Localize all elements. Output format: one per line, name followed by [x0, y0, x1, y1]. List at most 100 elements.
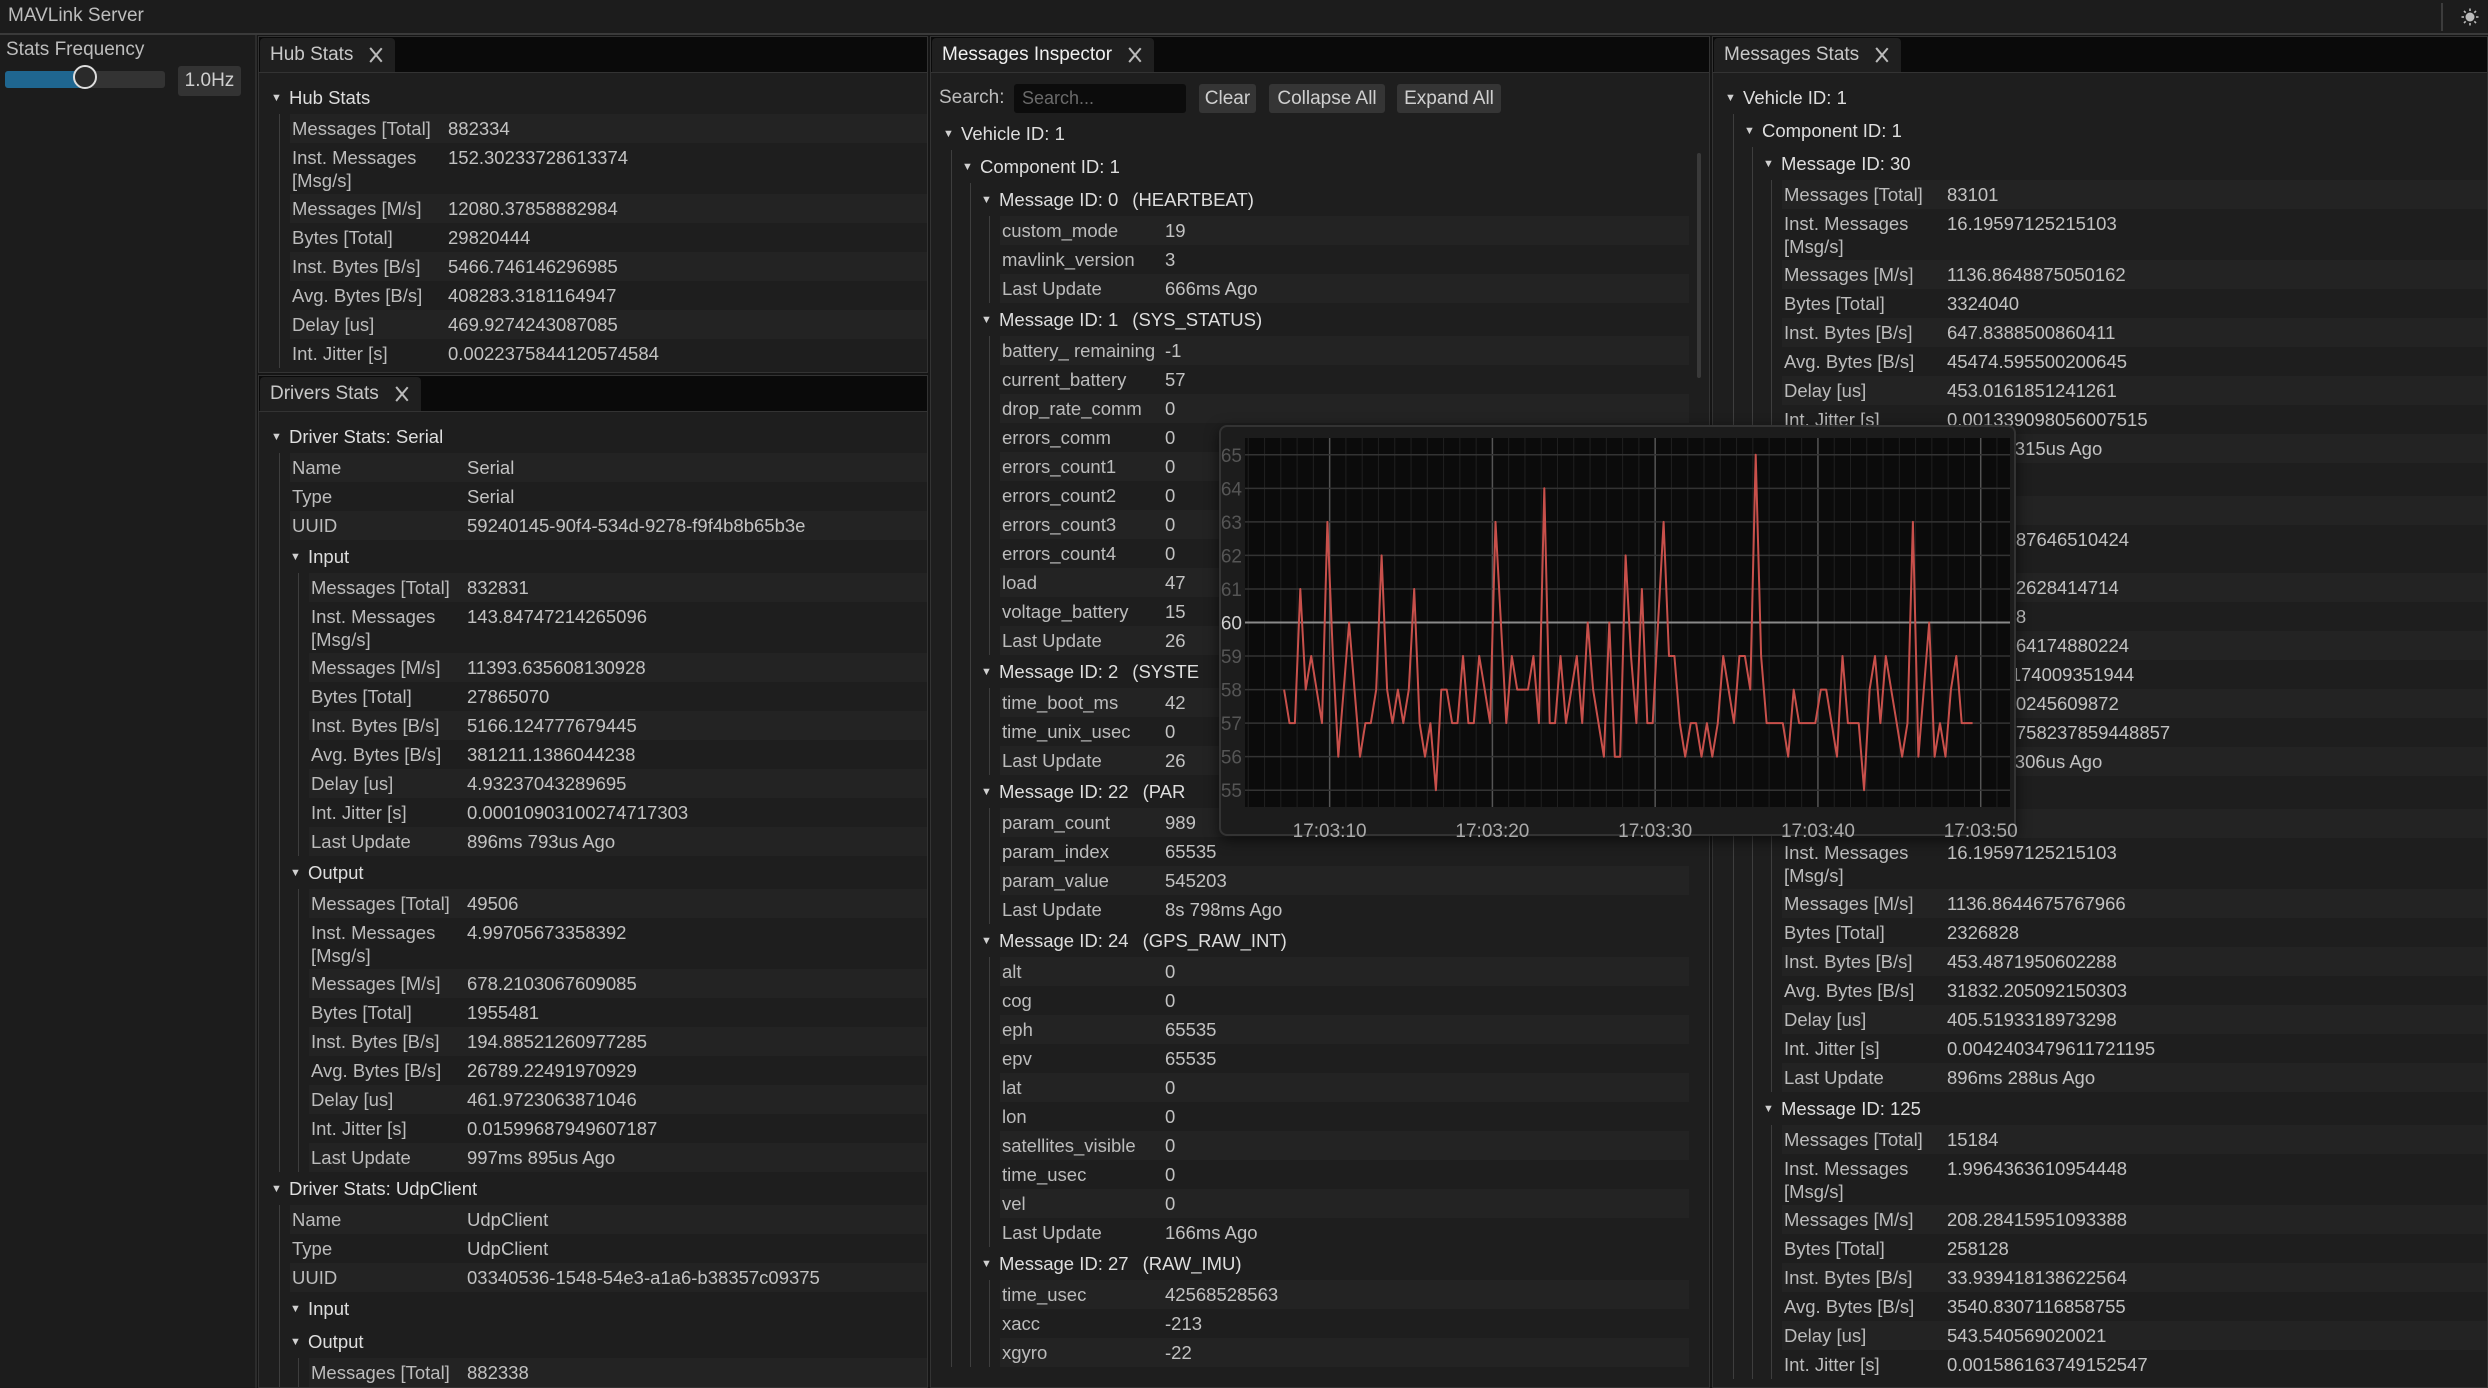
expanded-triangle-icon[interactable]: ▼ — [271, 1183, 289, 1195]
tree-node-header[interactable]: ▼ Component ID: 1 — [962, 150, 1689, 183]
sun-icon[interactable] — [2461, 8, 2479, 26]
expanded-triangle-icon[interactable]: ▼ — [981, 666, 999, 678]
search-input[interactable] — [1014, 84, 1186, 113]
stat-row: Delay [us] 405.5193318973298 — [1782, 1005, 2487, 1034]
expanded-triangle-icon[interactable]: ▼ — [1763, 158, 1781, 170]
tree-node-header[interactable]: ▼ Input — [290, 1292, 927, 1325]
expanded-triangle-icon[interactable]: ▼ — [981, 194, 999, 206]
stat-row: eph 65535 — [1000, 1015, 1689, 1044]
line-chart[interactable]: 55 56 57 58 59 60 61 62 63 64 65 17:03:10 17:03:20 17… — [1221, 427, 2018, 838]
tab-messages-inspector[interactable]: Messages Inspector — [932, 38, 1155, 72]
tree-node-header[interactable]: ▼ Message ID: 1 (SYS_STATUS) — [981, 303, 1689, 336]
tree-node-header[interactable]: ▼ Message ID: 0 (HEARTBEAT) — [981, 183, 1689, 216]
stat-label: Avg. Bytes [B/s] — [1784, 351, 1915, 372]
clear-button[interactable]: Clear — [1199, 84, 1256, 113]
stat-label: Delay [us] — [1784, 380, 1867, 401]
stat-label: time_boot_ms — [1002, 692, 1119, 713]
stat-value: 45474.595500200645 — [1947, 351, 2128, 372]
tree-node-header[interactable]: ▼ Vehicle ID: 1 — [1725, 81, 2487, 114]
tab-drivers-stats[interactable]: Drivers Stats — [260, 377, 421, 411]
expanded-triangle-icon[interactable]: ▼ — [1744, 125, 1762, 137]
expanded-triangle-icon[interactable]: ▼ — [290, 867, 308, 879]
close-icon[interactable] — [1875, 48, 1889, 62]
expanded-triangle-icon[interactable]: ▼ — [981, 935, 999, 947]
stat-label: time_unix_usec — [1002, 721, 1131, 742]
expanded-triangle-icon[interactable]: ▼ — [1725, 92, 1743, 104]
stat-label: Inst. Bytes [B/s] — [311, 1031, 440, 1052]
stat-value: 31832.205092150303 — [1947, 980, 2128, 1001]
stat-label: Type — [292, 1238, 333, 1259]
stat-label: errors_count4 — [1002, 543, 1117, 564]
tab-label: Messages Inspector — [942, 44, 1113, 65]
stats-frequency-slider[interactable] — [5, 65, 165, 89]
expanded-triangle-icon[interactable]: ▼ — [271, 92, 289, 104]
stat-value: Serial — [467, 457, 515, 478]
stat-row: Inst. Bytes [B/s] 5166.124777679445 — [309, 711, 927, 740]
tab-messages-stats[interactable]: Messages Stats — [1714, 38, 1902, 72]
stat-row: cog 0 — [1000, 986, 1689, 1015]
stat-label: Messages [Total] — [311, 893, 450, 914]
scrollbar[interactable] — [1697, 153, 1701, 378]
stat-row: Int. Jitter [s] 0.004240347961172119​5 — [1782, 1034, 2487, 1063]
tree-node-header[interactable]: ▼ Output — [290, 856, 927, 889]
tree-node-header[interactable]: ▼ Message ID: 27 (RAW_IMU) — [981, 1247, 1689, 1280]
stat-row: Delay [us] 4.93237043289695 — [309, 769, 927, 798]
stat-row: Avg. Bytes [B/s] 45474.595500200645 — [1782, 347, 2487, 376]
stat-row: Int. Jitter [s] 0.01599687949607187 — [309, 1114, 927, 1143]
expanded-triangle-icon[interactable]: ▼ — [1763, 1103, 1781, 1115]
stat-label: Messages [M/s] — [311, 973, 441, 994]
stat-row: Last Update 896ms 288us Ago — [1782, 1063, 2487, 1092]
slider-knob[interactable] — [73, 65, 97, 89]
plot-popup[interactable]: 55 56 57 58 59 60 61 62 63 64 65 17:03:10 17:03:20 17… — [1219, 425, 2018, 838]
expanded-triangle-icon[interactable]: ▼ — [981, 786, 999, 798]
close-icon[interactable] — [369, 48, 383, 62]
stat-label: drop_rate_comm — [1002, 398, 1142, 419]
tree-node-header[interactable]: ▼ Driver Stats: UdpClient — [271, 1172, 927, 1205]
expanded-triangle-icon[interactable]: ▼ — [271, 431, 289, 443]
expanded-triangle-icon[interactable]: ▼ — [981, 314, 999, 326]
tree-node-header[interactable]: ▼ Component ID: 1 — [1744, 114, 2487, 147]
expanded-triangle-icon[interactable]: ▼ — [981, 1258, 999, 1270]
expanded-triangle-icon[interactable]: ▼ — [962, 161, 980, 173]
collapse-all-button[interactable]: Collapse All — [1269, 84, 1385, 113]
stat-row: Messages [M/s] 12080.37858882984 — [290, 194, 927, 223]
tree-node-header[interactable]: ▼ Message ID: 125 — [1763, 1092, 2487, 1125]
tree-node-header[interactable]: ▼ Input — [290, 540, 927, 573]
stat-label: Int. Jitter [s] — [311, 802, 407, 823]
stat-value: 1136.8648875050162 — [1947, 264, 2126, 285]
expanded-triangle-icon[interactable]: ▼ — [290, 551, 308, 563]
stat-row: Inst. Bytes [B/s] 194.88521260977285 — [309, 1027, 927, 1056]
stat-value: 19 — [1165, 220, 1186, 241]
tree-node-header[interactable]: ▼ Driver Stats: Serial — [271, 420, 927, 453]
drivers-stats-tree: ▼ Driver Stats: Serial Name Serial Type Seria… — [271, 420, 927, 1387]
close-icon[interactable] — [1128, 48, 1142, 62]
stat-row: param_index 65535 — [1000, 837, 1689, 866]
close-icon[interactable] — [395, 387, 409, 401]
expanded-triangle-icon[interactable]: ▼ — [290, 1336, 308, 1348]
frequency-value-button[interactable]: 1.0Hz — [178, 66, 241, 96]
message-name: (SYS_STATUS) — [1132, 308, 1263, 330]
tab-hub-stats[interactable]: Hub Stats — [260, 38, 396, 72]
stat-value: 27865070 — [467, 686, 550, 707]
stat-label: Last Update — [1784, 1067, 1884, 1088]
x-tick-label: 17:03:50 — [1944, 821, 2018, 838]
title-bar: MAVLink Server — [0, 0, 2488, 35]
stat-row: epv 65535 — [1000, 1044, 1689, 1073]
tree-node-header[interactable]: ▼ Output — [290, 1325, 927, 1358]
stat-row: Inst. Messages [Msg/s] 1.9964363610954448 — [1782, 1154, 2487, 1205]
expanded-triangle-icon[interactable]: ▼ — [943, 128, 961, 140]
expanded-triangle-icon[interactable]: ▼ — [290, 1303, 308, 1315]
tree-node-header[interactable]: ▼ Vehicle ID: 1 — [943, 117, 1689, 150]
tree-node-header[interactable]: ▼ Message ID: 24 (GPS_RAW_INT) — [981, 924, 1689, 957]
stat-value: -22 — [1165, 1342, 1192, 1363]
tree-node-header[interactable]: ▼ Message ID: 30 — [1763, 147, 2487, 180]
stat-value: 152.30233728613374 — [448, 147, 629, 168]
stat-row: Delay [us] 469.9274243087085 — [290, 310, 927, 339]
tree-node-title: Message ID: 2 — [999, 660, 1119, 682]
tree-node-header[interactable]: ▼ Hub Stats — [271, 81, 927, 114]
stat-label: Avg. Bytes [B/s] — [311, 744, 442, 765]
tab-label: Hub Stats — [270, 44, 354, 65]
stat-value: 0 — [1165, 1164, 1176, 1185]
expand-all-button[interactable]: Expand All — [1397, 84, 1501, 113]
stat-value: 59240145-90f4-534d-9278-f9f4b8b65b3e — [467, 515, 806, 536]
